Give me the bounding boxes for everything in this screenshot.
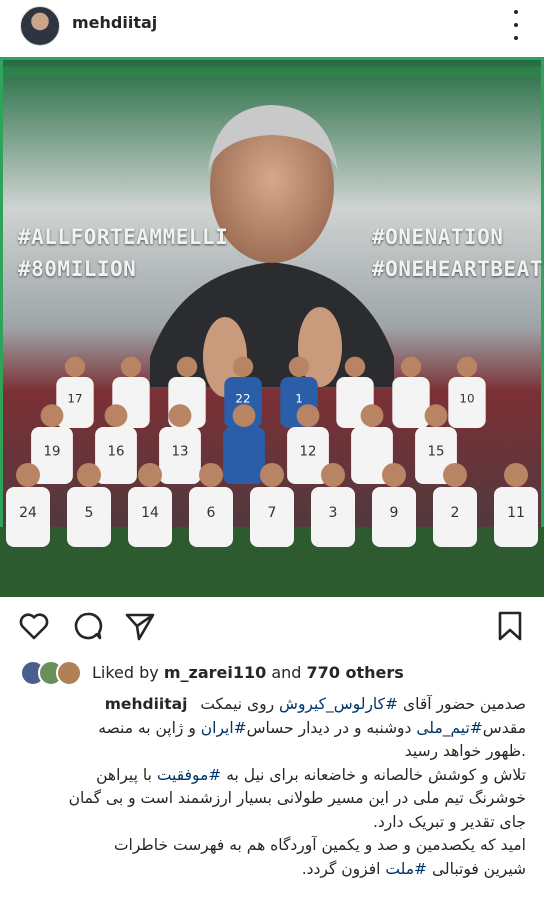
liked-by-text[interactable]: Liked by m_zarei110 and 770 others [92,663,404,682]
player-head [168,404,192,427]
player-head [77,463,101,487]
jersey-number: 16 [108,445,125,460]
player-head [296,404,320,427]
player-head [199,463,223,487]
player-jersey [223,427,265,484]
team-photo-illustration: 17 22 1 10 19 16 13 12 15 24 5 14 6 7 3 9 2 11 [0,57,544,597]
hashtag-80milion: #80MILION [18,257,137,281]
jersey-number: 1 [295,392,303,406]
comment-icon[interactable] [72,610,104,642]
jersey-number: 9 [390,505,399,521]
likes-row: Liked by m_zarei110 and 770 others [0,660,544,688]
jersey-number: 10 [459,392,474,406]
player-head [40,404,64,427]
post-header: mehdiitaj [0,0,544,56]
action-bar [0,604,544,648]
heart-icon[interactable] [18,610,50,642]
bookmark-icon[interactable] [494,610,526,642]
player-head [138,463,162,487]
player-head [260,463,284,487]
player-head [104,404,128,427]
player-head [456,356,478,377]
more-options-icon[interactable] [512,10,520,40]
jersey-number: 19 [44,445,61,460]
send-icon[interactable] [124,610,156,642]
avatar[interactable] [20,6,60,46]
jersey-number: 5 [85,505,94,521]
player-head [360,404,384,427]
player-head [232,404,256,427]
hashtag-link[interactable]: #ملت [385,860,427,878]
jersey-number: 14 [141,505,159,521]
player-head [176,356,198,377]
player-head [400,356,422,377]
liker-avatar [56,660,82,686]
player-head [382,463,406,487]
jersey-number: 17 [67,392,82,406]
jersey-number: 2 [451,505,460,521]
hashtag-allforteammelli: #ALLFORTEAMMELLI [18,225,229,249]
jersey-number: 12 [300,445,317,460]
hashtag-link[interactable]: #ایران [201,719,247,737]
jersey-number: 13 [172,445,189,460]
player-head [232,356,254,377]
caption-username[interactable]: mehdiitaj [105,695,188,713]
player-head [424,404,448,427]
liked-by-others[interactable]: 770 others [307,663,404,682]
jersey-number: 24 [19,505,37,521]
player-head [443,463,467,487]
hashtag-link[interactable]: #کارلوس_کیروش [279,695,398,713]
player-head [321,463,345,487]
player-jersey [392,377,430,428]
player-head [288,356,310,377]
jersey-number: 15 [428,445,445,460]
player-head [504,463,528,487]
hashtag-onenation: #ONENATION [372,225,504,249]
jersey-number: 7 [268,505,277,521]
post-caption: صدمین حضور آقای #کارلوس_کیروش روی نیمکت … [68,695,526,878]
player-head [120,356,142,377]
hashtag-link[interactable]: #تیم_ملی [416,719,482,737]
jersey-number: 22 [235,392,250,406]
post-image[interactable]: 17 22 1 10 19 16 13 12 15 24 5 14 6 7 3 9 2 11 #ALLFORTEA… [0,57,544,597]
liker-avatars[interactable] [20,660,84,686]
jersey-number: 3 [329,505,338,521]
player-head [64,356,86,377]
hashtag-link[interactable]: #موفقیت [157,766,221,784]
jersey-number: 11 [507,505,525,521]
hashtag-oneheartbeat: #ONEHEARTBEAT [372,257,543,281]
player-head [16,463,40,487]
jersey-number: 6 [207,505,216,521]
post-username[interactable]: mehdiitaj [72,13,157,32]
liked-by-user[interactable]: m_zarei110 [164,663,266,682]
player-head [344,356,366,377]
